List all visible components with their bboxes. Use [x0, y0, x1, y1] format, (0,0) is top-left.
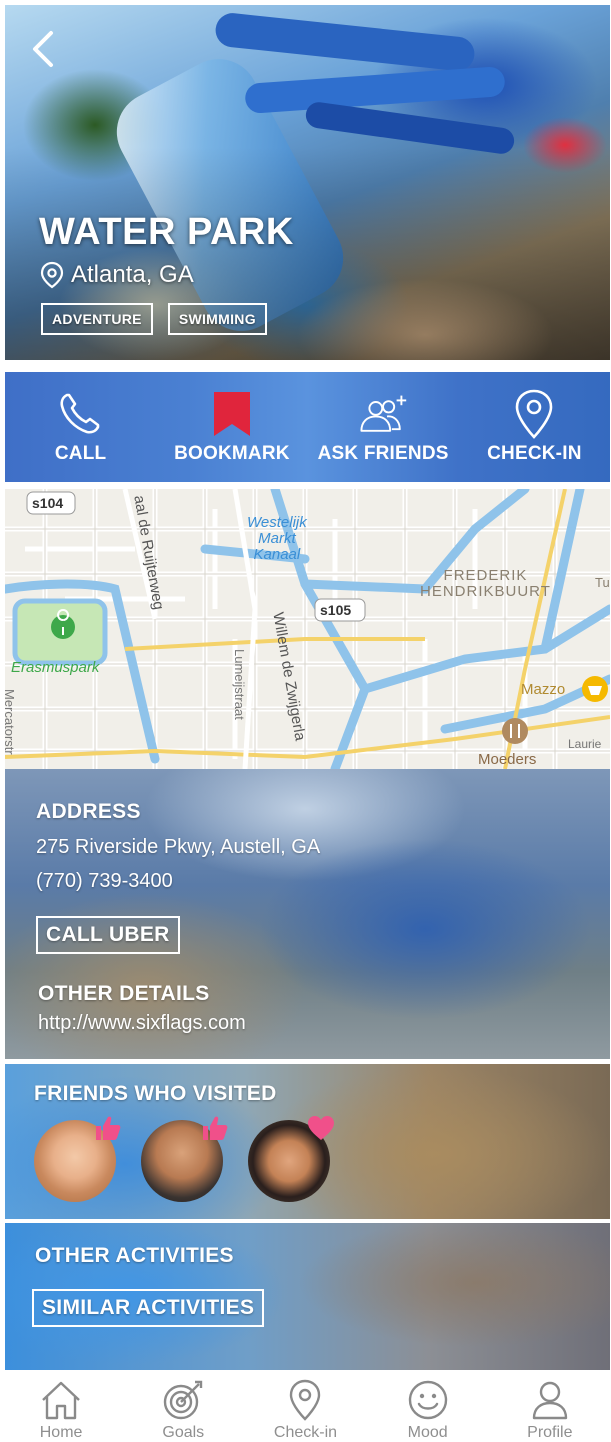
similar-activities-button[interactable]: SIMILAR ACTIVITIES — [32, 1289, 265, 1327]
map-park-label: Erasmuspark — [11, 659, 100, 676]
map-road-label: s105 — [320, 602, 352, 618]
hero-image: WATER PARK Atlanta, GA ADVENTURE SWIMMIN… — [5, 5, 610, 360]
nav-mood-label: Mood — [407, 1424, 448, 1441]
nav-goals[interactable]: Goals — [128, 1378, 238, 1442]
other-details-heading: OTHER DETAILS — [38, 982, 210, 1005]
heart-icon — [308, 1116, 334, 1140]
friends-heading: FRIENDS WHO VISITED — [34, 1082, 277, 1105]
home-icon — [42, 1381, 80, 1420]
nav-mood[interactable]: Mood — [373, 1378, 483, 1442]
check-in-label: CHECK-IN — [487, 443, 582, 464]
nav-profile-label: Profile — [527, 1424, 573, 1441]
nav-check-in[interactable]: Check-in — [250, 1378, 360, 1442]
nav-check-in-label: Check-in — [273, 1424, 338, 1441]
chevron-left-icon — [33, 31, 53, 67]
call-button[interactable]: CALL — [6, 389, 156, 465]
address-text[interactable]: 275 Riverside Pkwy, Austell, GA — [36, 836, 320, 859]
map-pin-icon — [290, 1379, 321, 1421]
thumbs-up-icon — [96, 1116, 121, 1140]
map-street-label: Mercatorstr — [5, 689, 17, 755]
call-label: CALL — [54, 443, 107, 464]
nav-profile[interactable]: Profile — [495, 1378, 605, 1442]
map-street-label: Laurie — [568, 737, 602, 751]
friend-avatar[interactable] — [248, 1116, 334, 1202]
call-uber-button[interactable]: CALL UBER — [36, 916, 180, 954]
map-graphic — [5, 489, 610, 769]
map-district-label: FREDERIK HENDRIKBUURT — [420, 567, 551, 600]
other-activities-heading: OTHER ACTIVITIES — [35, 1244, 234, 1267]
phone-icon — [60, 393, 99, 434]
other-activities-section: OTHER ACTIVITIES SIMILAR ACTIVITIES — [5, 1223, 610, 1370]
check-in-button[interactable]: CHECK-IN — [459, 389, 609, 465]
map-road-label: s104 — [32, 495, 64, 511]
friend-avatar[interactable] — [141, 1116, 228, 1202]
tag-adventure[interactable]: ADVENTURE — [41, 303, 153, 335]
nav-home[interactable]: Home — [6, 1378, 116, 1442]
action-bar: CALL BOOKMARK ASK FRIENDS CHECK-IN — [5, 372, 610, 482]
location-text: Atlanta, GA — [71, 261, 194, 288]
website-link[interactable]: http://www.sixflags.com — [38, 1012, 246, 1035]
bookmark-button[interactable]: BOOKMARK — [157, 389, 307, 465]
bottom-nav: Home Goals Check-in Mood Profile — [0, 1370, 611, 1442]
tag-list: ADVENTURE SWIMMING — [41, 303, 267, 335]
details-section: ADDRESS 275 Riverside Pkwy, Austell, GA … — [5, 769, 610, 1059]
friends-section: FRIENDS WHO VISITED — [5, 1064, 610, 1219]
location-icon — [40, 261, 64, 289]
nav-goals-label: Goals — [162, 1424, 205, 1441]
profile-icon — [532, 1381, 568, 1420]
ask-friends-button[interactable]: ASK FRIENDS — [308, 389, 458, 465]
location-map[interactable]: s104 s105 Westelijk Markt Kanaal FREDERI… — [5, 489, 610, 769]
bookmark-icon — [213, 392, 250, 436]
back-button[interactable] — [27, 27, 61, 71]
map-poi-label: Mazzo — [521, 681, 566, 698]
place-location: Atlanta, GA — [39, 261, 194, 289]
friend-avatar[interactable] — [34, 1116, 121, 1202]
phone-text[interactable]: (770) 739-3400 — [36, 870, 173, 893]
ask-friends-icon — [360, 395, 407, 432]
place-title: WATER PARK — [39, 211, 294, 253]
target-icon — [164, 1380, 203, 1420]
smiley-icon — [408, 1380, 447, 1420]
map-street-label: Tu — [595, 575, 610, 590]
map-street-label: Lumeijstraat — [232, 649, 247, 720]
map-canal-label: Westelijk Markt Kanaal — [247, 514, 307, 563]
map-pin-icon — [516, 389, 553, 439]
bookmark-label: BOOKMARK — [174, 443, 290, 464]
ask-friends-label: ASK FRIENDS — [317, 443, 449, 464]
thumbs-up-icon — [203, 1116, 228, 1140]
map-poi-label: Moeders — [478, 751, 537, 768]
nav-home-label: Home — [39, 1424, 83, 1441]
address-heading: ADDRESS — [36, 800, 141, 823]
tag-swimming[interactable]: SWIMMING — [167, 303, 267, 335]
